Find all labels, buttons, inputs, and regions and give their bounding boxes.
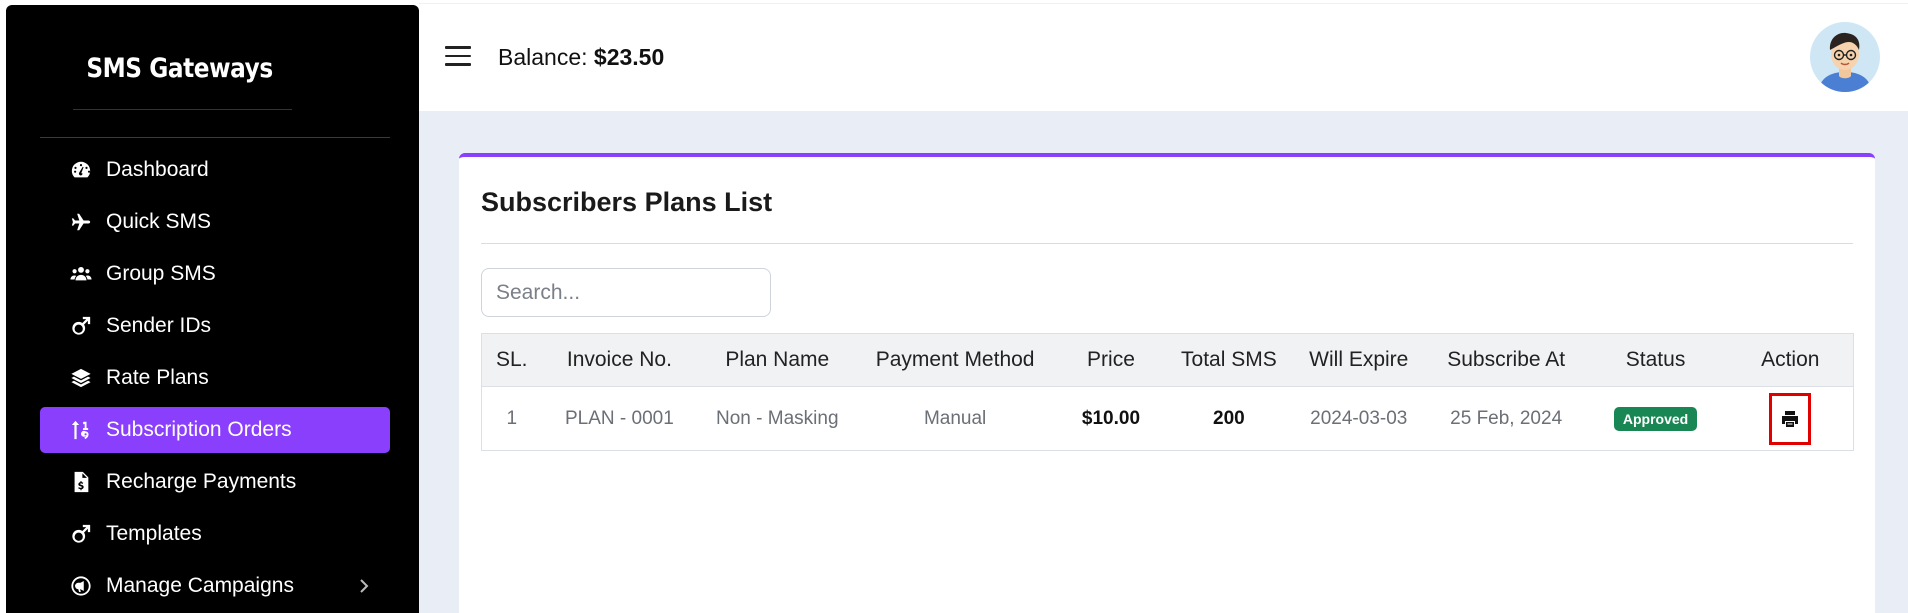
sidebar-item-label: Rate Plans <box>106 366 209 389</box>
sidebar-item-label: Templates <box>106 522 202 545</box>
sidebar-item-group-sms[interactable]: Group SMS <box>40 251 390 297</box>
cell-payment-method: Manual <box>857 386 1054 451</box>
page-title: Subscribers Plans List <box>481 187 773 217</box>
chevron-right-icon <box>354 576 374 596</box>
sidebar-item-rate-plans[interactable]: Rate Plans <box>40 355 390 401</box>
col-header-plan-name[interactable]: Plan Name <box>697 333 858 387</box>
col-header-payment-method[interactable]: Payment Method <box>857 333 1054 387</box>
dashboard-gauge-icon <box>68 157 94 183</box>
balance-amount: $23.50 <box>593 44 665 70</box>
sidebar-item-label: Manage Campaigns <box>106 574 294 597</box>
sidebar-item-label: Group SMS <box>106 262 216 285</box>
search-input[interactable] <box>481 268 771 317</box>
balance-label: Balance: <box>498 44 588 70</box>
sidebar-item-label: Dashboard <box>106 158 209 181</box>
plane-icon <box>68 209 94 235</box>
cell-will-expire: 2024-03-03 <box>1288 386 1429 451</box>
campaign-icon <box>68 573 94 599</box>
table-header-row: SL. Invoice No. Plan Name Payment Method… <box>481 333 1854 387</box>
cell-sl: 1 <box>481 386 542 451</box>
balance-display: Balance: $23.50 <box>498 44 664 71</box>
table-row: 1 PLAN - 0001 Non - Masking Manual $10.0… <box>481 386 1854 451</box>
sidebar-item-label: Quick SMS <box>106 210 212 233</box>
sidebar-item-label: Sender IDs <box>106 314 212 337</box>
cell-invoice: PLAN - 0001 <box>541 386 698 451</box>
sidebar-item-manage-campaigns[interactable]: Manage Campaigns <box>40 563 390 609</box>
cell-subscribe-at: 25 Feb, 2024 <box>1428 386 1584 451</box>
status-badge: Approved <box>1613 406 1698 431</box>
sidebar-item-label: Subscription Orders <box>106 418 292 441</box>
plans-card: Subscribers Plans List SL. Invoice No. P… <box>459 153 1875 613</box>
sidebar-item-sender-ids[interactable]: Sender IDs <box>40 303 390 349</box>
sort-numeric-icon <box>68 417 94 443</box>
col-header-status[interactable]: Status <box>1583 333 1728 387</box>
invoice-dollar-icon <box>68 469 94 495</box>
hamburger-menu-icon[interactable] <box>445 46 471 68</box>
col-header-price[interactable]: Price <box>1053 333 1169 387</box>
sidebar-item-subscription-orders[interactable]: Subscription Orders <box>40 407 390 453</box>
card-divider <box>481 243 1853 244</box>
plans-table: SL. Invoice No. Plan Name Payment Method… <box>481 333 1854 451</box>
mars-icon <box>68 521 94 547</box>
cell-total-sms: 200 <box>1168 386 1289 451</box>
brand-underline <box>73 109 292 110</box>
sidebar-item-templates[interactable]: Templates <box>40 511 390 557</box>
sidebar-item-recharge-payments[interactable]: Recharge Payments <box>40 459 390 505</box>
col-header-sl[interactable]: SL. <box>481 333 542 387</box>
printer-icon <box>1782 410 1799 427</box>
cell-status: Approved <box>1583 386 1728 451</box>
user-avatar[interactable] <box>1810 22 1880 92</box>
col-header-action: Action <box>1727 333 1854 387</box>
sidebar: SMS Gateways Dashboard Quick SMS Group S… <box>6 5 419 613</box>
sidebar-item-dashboard[interactable]: Dashboard <box>40 147 390 193</box>
mars-icon <box>68 313 94 339</box>
sidebar-menu: Dashboard Quick SMS Group SMS Sender IDs <box>40 147 390 613</box>
col-header-subscribe-at[interactable]: Subscribe At <box>1428 333 1584 387</box>
layers-icon <box>68 365 94 391</box>
col-header-invoice[interactable]: Invoice No. <box>541 333 698 387</box>
cell-plan-name: Non - Masking <box>697 386 858 451</box>
col-header-total-sms[interactable]: Total SMS <box>1168 333 1289 387</box>
cell-price: $10.00 <box>1053 386 1169 451</box>
sidebar-item-quick-sms[interactable]: Quick SMS <box>40 199 390 245</box>
brand-logo-text[interactable]: SMS Gateways <box>31 53 328 84</box>
app-root: SMS Gateways Dashboard Quick SMS Group S… <box>0 0 1908 613</box>
sidebar-item-label: Recharge Payments <box>106 470 297 493</box>
sidebar-divider <box>40 137 390 138</box>
users-icon <box>68 261 94 287</box>
main-content: Subscribers Plans List SL. Invoice No. P… <box>419 111 1908 613</box>
cell-action <box>1727 386 1854 451</box>
print-button[interactable] <box>1769 392 1812 445</box>
top-bar: Balance: $23.50 <box>419 3 1908 111</box>
col-header-will-expire[interactable]: Will Expire <box>1288 333 1429 387</box>
